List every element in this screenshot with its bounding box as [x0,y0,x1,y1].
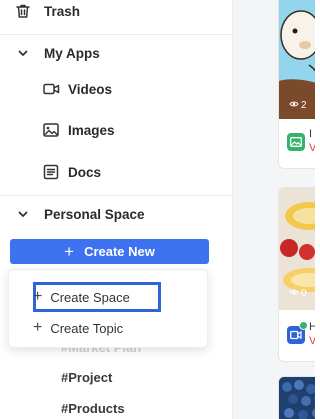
divider [0,195,232,196]
view-count: 0 [289,288,307,299]
create-space-item[interactable]: + Create Space [33,284,130,310]
section-my-apps[interactable]: My Apps [14,38,100,68]
sidebar-item-videos[interactable]: Videos [42,74,112,104]
plus-icon: + [33,319,43,336]
view-count: 2 [289,100,307,111]
plus-icon: + [64,242,75,261]
menu-item-label: Create Topic [50,320,124,336]
content-card[interactable] [278,376,315,419]
sidebar-item-label: Videos [68,81,113,97]
sidebar-item-images[interactable]: Images [42,115,115,145]
sidebar-item-docs[interactable]: Docs [42,157,101,187]
content-card[interactable]: 0 H V [278,187,315,362]
chevron-down-icon [14,44,32,62]
section-label: My Apps [44,45,100,61]
stat-value: 2 [301,100,307,111]
trash-icon [14,2,32,20]
sidebar-item-label: Trash [44,3,81,19]
sidebar-item-label: Docs [68,164,102,180]
eye-icon [289,100,299,111]
create-new-button[interactable]: + Create New [10,239,209,264]
sidebar-item-trash[interactable]: Trash [14,0,80,26]
doc-icon [42,163,60,181]
tag-item[interactable]: #Products [61,401,125,416]
card-subtitle: V [309,142,315,154]
section-personal-space[interactable]: Personal Space [14,199,145,229]
chevron-down-icon [14,205,32,223]
eye-icon [289,288,299,299]
sidebar: Trash My Apps Videos Images Docs Persona… [0,0,232,419]
image-icon [42,121,60,139]
content-area: 2 I V 0 [233,0,315,419]
menu-item-label: Create Space [50,289,130,305]
create-topic-item[interactable]: + Create Topic [33,315,123,341]
sidebar-item-label: Images [68,122,115,138]
video-icon [42,80,60,98]
section-label: Personal Space [44,206,145,222]
create-new-label: Create New [84,244,155,259]
card-thumbnail [279,377,315,419]
card-title: H [309,321,315,333]
create-menu: + Create Space + Create Topic [8,269,208,348]
divider [0,34,232,35]
card-subtitle: V [309,335,315,347]
card-title: I [309,128,313,140]
image-app-icon [287,133,305,151]
content-card[interactable]: 2 I V [278,0,315,169]
tag-item[interactable]: #Project [61,370,112,385]
plus-icon: + [33,288,43,305]
check-badge-icon [299,321,308,330]
stat-value: 0 [301,288,307,299]
